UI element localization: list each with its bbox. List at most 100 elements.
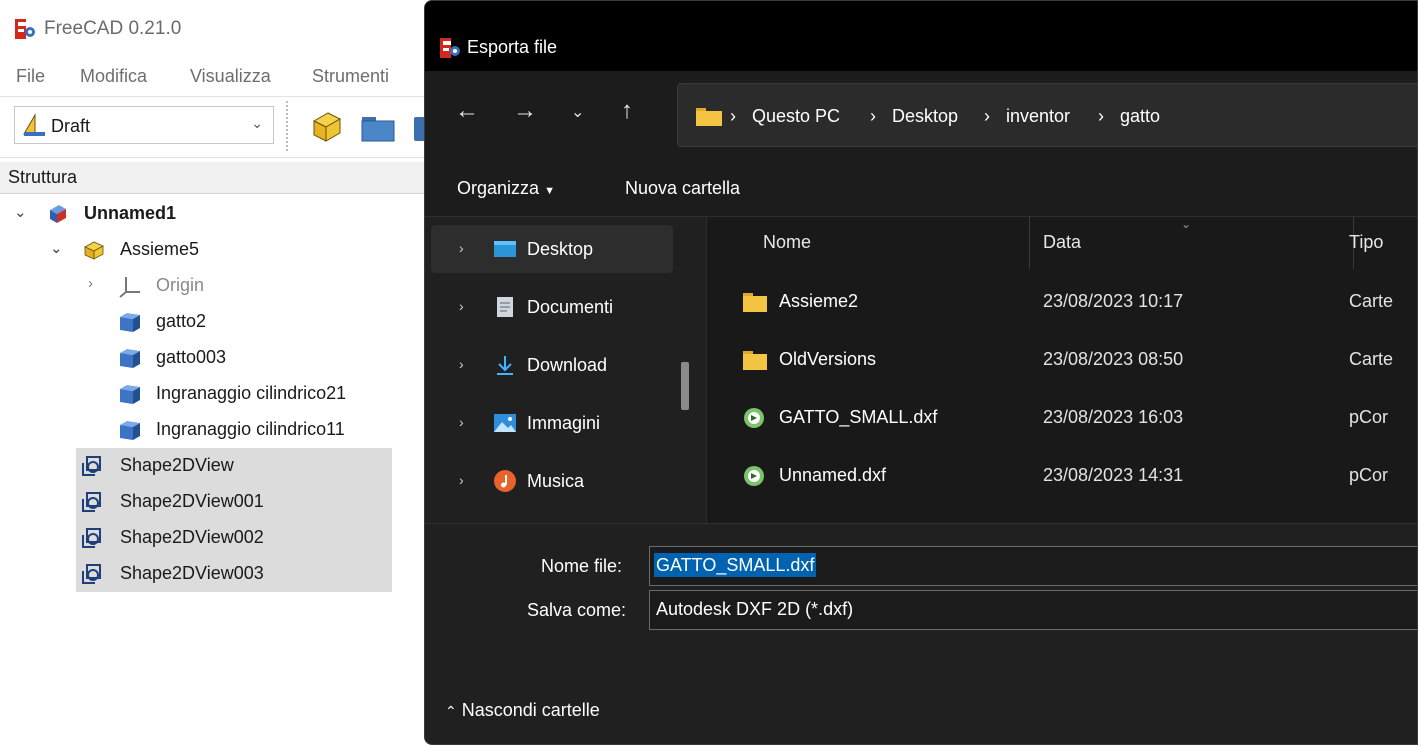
address-bar[interactable]: › Questo PC › Desktop › inventor › gatto [677,83,1417,147]
forward-arrow-icon[interactable]: → [513,99,537,123]
tree-label-part: gatto003 [156,347,227,367]
filename-input[interactable]: GATTO_SMALL.dxf [649,546,1417,586]
part-cube-icon [120,349,140,368]
breadcrumb-this-pc[interactable]: Questo PC [752,106,840,127]
chevron-right-icon[interactable]: › [459,240,464,256]
document-icon [50,205,66,223]
navigation-pane: › Desktop › Documenti › Download › Immag… [425,217,707,523]
column-header-type[interactable]: Tipo [1349,232,1383,253]
file-name: OldVersions [779,349,877,369]
file-row-dxf[interactable]: Unnamed.dxf 23/08/2023 14:31 pCor [707,449,1417,507]
nav-label-pictures: Immagini [527,413,601,433]
freecad-logo-icon [15,19,35,39]
chevron-down-icon[interactable]: ⌄ [14,203,27,221]
back-arrow-icon[interactable]: ← [455,99,479,123]
breadcrumb-gatto[interactable]: gatto [1120,106,1160,127]
tree-item-part[interactable]: gatto003 [0,340,400,376]
nav-label-music: Musica [527,471,585,491]
column-header-name[interactable]: Nome [763,232,811,253]
new-document-icon[interactable] [306,107,346,147]
file-type: Carte [1349,291,1394,311]
tree-label-shape2dview: Shape2DView003 [120,563,264,583]
tree-label-document: Unnamed1 [84,203,177,223]
menu-visualizza[interactable]: Visualizza [190,66,271,87]
folder-icon [696,108,722,126]
nav-item-desktop[interactable]: › Desktop [431,225,673,273]
hide-folders-button[interactable]: ⌃ Nascondi cartelle [445,700,600,721]
menu-strumenti[interactable]: Strumenti [312,66,389,87]
nav-item-downloads[interactable]: › Download [431,341,673,389]
tree-item-part[interactable]: Ingranaggio cilindrico21 [0,376,400,412]
tree-item-document[interactable]: ⌄ Unnamed1 [0,196,400,232]
file-date: 23/08/2023 14:31 [1043,465,1184,485]
freecad-titlebar: FreeCAD 0.21.0 [0,0,430,60]
desktop-icon [494,241,516,257]
filename-label: Nome file: [541,556,623,576]
tree-label-part: gatto2 [156,311,207,331]
nav-item-music[interactable]: › Musica [431,457,673,505]
freecad-toolbar: Draft ⌄ [0,96,430,158]
nav-label-desktop: Desktop [527,239,594,259]
tree-item-shape2dview[interactable]: Shape2DView001 [76,484,392,520]
freecad-window-title: FreeCAD 0.21.0 [44,18,182,39]
chevron-right-icon[interactable]: › [459,472,464,488]
menu-modifica[interactable]: Modifica [80,66,147,87]
tree-label-shape2dview: Shape2DView001 [120,491,264,511]
file-row-folder[interactable]: Assieme2 23/08/2023 10:17 Carte [707,275,1417,333]
file-row-folder[interactable]: OldVersions 23/08/2023 08:50 Carte [707,333,1417,391]
breadcrumb-separator: › [1098,106,1104,126]
breadcrumb-separator: › [984,106,990,126]
chevron-right-icon[interactable]: › [459,356,464,372]
tree-item-origin[interactable]: › Origin [0,268,400,304]
documents-icon [497,297,513,317]
dialog-bottom-panel: Nome file: GATTO_SMALL.dxf Salva come: A… [425,523,1417,744]
column-header-date[interactable]: Data [1043,232,1081,253]
tree-item-part[interactable]: gatto2 [0,304,400,340]
folder-icon [743,351,767,370]
saveas-type-select[interactable]: Autodesk DXF 2D (*.dxf) [649,590,1417,630]
dialog-navbar: ← → ⌄ ↑ › Questo PC › Desktop › inventor… [425,71,1417,159]
tree-item-part[interactable]: Ingranaggio cilindrico11 [0,412,400,448]
breadcrumb-desktop[interactable]: Desktop [892,106,958,127]
new-folder-button[interactable]: Nuova cartella [625,178,740,199]
origin-axes-icon [119,277,140,298]
recent-locations-chevron-icon[interactable]: ⌄ [571,101,584,125]
file-row-dxf[interactable]: GATTO_SMALL.dxf 23/08/2023 16:03 pCor [707,391,1417,449]
open-folder-icon[interactable] [358,107,398,147]
dialog-title: Esporta file [467,37,558,57]
tree-item-shape2dview[interactable]: Shape2DView [76,448,392,484]
freecad-logo-icon [440,38,460,58]
dxf-file-icon [744,466,764,486]
file-name: Unnamed.dxf [779,465,887,485]
workbench-selector[interactable]: Draft ⌄ [14,106,274,144]
menu-file[interactable]: File [16,66,45,87]
breadcrumb-inventor[interactable]: inventor [1006,106,1070,127]
tree-label-assembly: Assieme5 [120,239,200,259]
column-divider[interactable] [1029,217,1030,269]
nav-item-documents[interactable]: › Documenti [431,283,673,331]
chevron-right-icon[interactable]: › [459,298,464,314]
saveas-value: Autodesk DXF 2D (*.dxf) [656,599,854,619]
breadcrumb-separator: › [870,106,876,126]
file-date: 23/08/2023 10:17 [1043,291,1184,311]
freecad-menubar: File Modifica Visualizza Strumenti [0,60,430,92]
structure-panel-title: Struttura [8,167,78,187]
tree-item-shape2dview[interactable]: Shape2DView002 [76,520,392,556]
shape2dview-icon [82,456,101,476]
nav-item-pictures[interactable]: › Immagini [431,399,673,447]
up-arrow-icon[interactable]: ↑ [621,99,633,123]
navpane-scrollbar-thumb[interactable] [681,362,689,410]
folder-icon [743,293,767,312]
tree-label-part: Ingranaggio cilindrico21 [156,383,347,403]
structure-panel-header: Struttura [0,162,430,194]
tree-item-assembly[interactable]: ⌄ Assieme5 [0,232,400,268]
pictures-icon [494,414,516,432]
organize-button[interactable]: Organizza ▼ [457,178,555,199]
chevron-down-icon[interactable]: ⌄ [50,239,63,257]
organize-label: Organizza [457,178,540,198]
tree-item-shape2dview[interactable]: Shape2DView003 [76,556,392,592]
dialog-titlebar: Esporta file [425,1,1417,71]
chevron-right-icon[interactable]: › [88,275,93,292]
chevron-right-icon[interactable]: › [459,414,464,430]
breadcrumb-separator: › [730,106,736,126]
